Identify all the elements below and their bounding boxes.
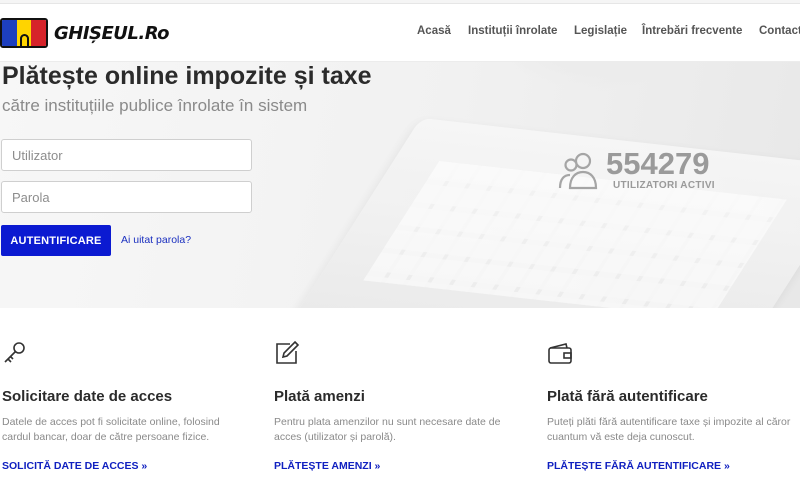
nav-contact[interactable]: Contact: [759, 25, 800, 37]
active-users-label: UTILIZATORI ACTIVI: [613, 180, 715, 191]
feature-text: Puteți plăti fără autentificare taxe și …: [547, 416, 791, 443]
nav-acasa[interactable]: Acasă: [417, 25, 451, 37]
edit-icon: [276, 340, 300, 364]
users-icon: [558, 152, 598, 190]
password-input[interactable]: [1, 181, 252, 213]
nav-institutii[interactable]: Instituții înrolate: [468, 25, 557, 37]
forgot-password-link[interactable]: Ai uitat parola?: [121, 234, 191, 246]
feature-title: Plată amenzi: [274, 388, 365, 405]
pay-fines-link[interactable]: PLĂTEȘTE AMENZI »: [274, 460, 380, 472]
main-nav: Acasă Instituții înrolate Legislație Înt…: [0, 25, 800, 41]
wallet-icon: [548, 343, 572, 364]
key-icon: [4, 342, 25, 363]
nav-legislatie[interactable]: Legislație: [574, 25, 627, 37]
site-header: GHIȘEUL.Ro Acasă Instituții înrolate Leg…: [0, 4, 800, 62]
nav-intrebari[interactable]: Întrebări frecvente: [642, 25, 742, 37]
hero-title: Plătește online impozite și taxe: [2, 62, 372, 90]
feature-text: Pentru plata amenzilor nu sunt necesare …: [274, 416, 501, 443]
active-users-count: 554279: [606, 146, 710, 181]
hero-subtitle: către instituțiile publice înrolate în s…: [2, 96, 308, 115]
pay-without-login-link[interactable]: PLĂTEȘTE FĂRĂ AUTENTIFICARE »: [547, 460, 730, 472]
login-button[interactable]: AUTENTIFICARE: [1, 225, 111, 256]
hero-background-glass: [500, 62, 730, 92]
request-access-link[interactable]: SOLICITĂ DATE DE ACCES »: [2, 460, 147, 472]
feature-title: Solicitare date de acces: [2, 388, 173, 405]
active-users-stat: 554279 UTILIZATORI ACTIVI: [556, 146, 726, 198]
username-input[interactable]: [1, 139, 252, 171]
feature-text: Datele de acces pot fi solicitate online…: [2, 416, 220, 443]
feature-title: Plată fără autentificare: [547, 388, 708, 405]
